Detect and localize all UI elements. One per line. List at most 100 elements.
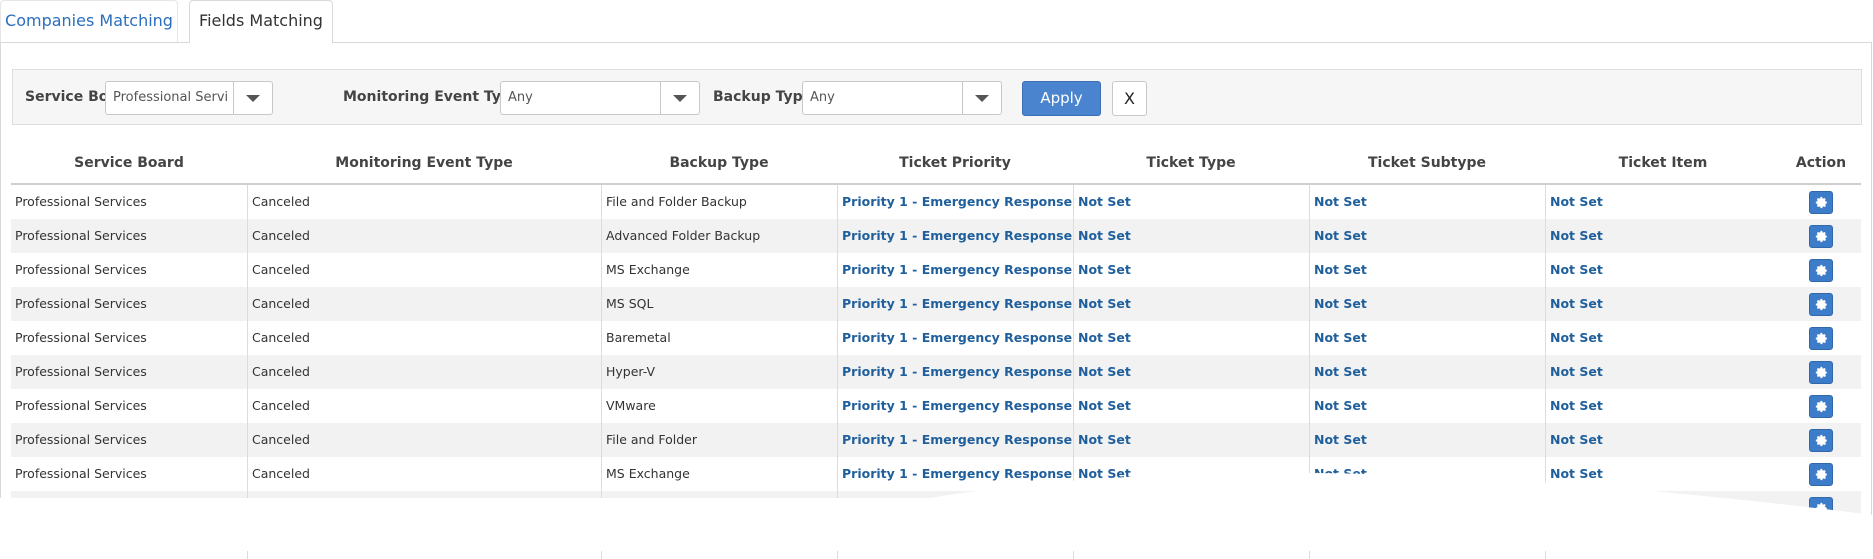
gear-icon (1815, 400, 1827, 413)
cell-ticket-type[interactable]: Not Set (1073, 355, 1309, 389)
filter-bar: Service Board Professional Services (Def… (12, 69, 1862, 125)
service-board-value: Professional Services (Def... (113, 90, 228, 105)
cell-backup-type: MS SQL (601, 287, 837, 321)
cell-item[interactable]: Not Set (1545, 185, 1781, 219)
table-row: Professional Services CanceledMS SQLPrior… (11, 287, 1861, 321)
cell-subtype[interactable]: Not Set (1309, 423, 1545, 457)
column-header-backup-type: Backup Type (669, 155, 769, 171)
gear-icon (1815, 332, 1827, 345)
backup-type-label: Backup Type (713, 89, 813, 105)
cell-backup-type: Baremetal (601, 321, 837, 355)
cell-item[interactable]: Not Set (1545, 389, 1781, 423)
monitoring-event-type-label: Monitoring Event Type (343, 89, 521, 105)
apply-button[interactable]: Apply (1022, 81, 1101, 116)
cell-event-type: Canceled (247, 287, 601, 321)
cell-backup-type: MS Exchange (601, 253, 837, 287)
cell-ticket-type[interactable]: Not Set (1073, 321, 1309, 355)
table-row: Professional Services Canceled Advanced Fo… (11, 219, 1861, 253)
cell-subtype[interactable]: Not Set (1309, 355, 1545, 389)
table-row: Professional Services Canceled VMware Prior… (11, 389, 1861, 423)
cell-event-type: Canceled (247, 321, 601, 355)
row-action-button[interactable] (1809, 259, 1833, 282)
page-curl-overlay (0, 472, 1873, 551)
cell-item[interactable]: Not Set (1545, 423, 1781, 457)
cell-service-board: Professional Services (15, 262, 147, 277)
tab-companies-matching[interactable]: Companies Matching (0, 0, 178, 42)
gear-icon (1815, 264, 1827, 277)
tab-fields-matching[interactable]: Fields Matching (189, 0, 333, 43)
row-action-button[interactable] (1809, 395, 1833, 418)
cell-event-type: Canceled (247, 219, 601, 253)
cell-priority[interactable]: Priority 1 - Emergency Response (837, 389, 1073, 423)
cell-service-board: Professional Services (15, 296, 147, 311)
cell-service-board: Professional Services (15, 194, 147, 209)
cell-event-type: Canceled (247, 355, 601, 389)
cell-item[interactable]: Not Set (1545, 355, 1781, 389)
row-action-button[interactable] (1809, 191, 1833, 214)
cell-event-type: Canceled (247, 253, 601, 287)
cell-ticket-type[interactable]: Not Set (1073, 253, 1309, 287)
row-action-button[interactable] (1809, 429, 1833, 452)
column-header-action: Action (1795, 155, 1847, 171)
cell-ticket-type[interactable]: Not Set (1073, 287, 1309, 321)
cell-subtype[interactable]: Not Set (1309, 287, 1545, 321)
backup-type-value: Any (810, 90, 835, 105)
row-action-button[interactable] (1809, 293, 1833, 316)
cell-subtype[interactable]: Not Set (1309, 321, 1545, 355)
cell-subtype[interactable]: Not Set (1309, 389, 1545, 423)
chevron-down-icon (962, 82, 1001, 114)
gear-icon (1815, 366, 1827, 379)
column-header-ticket-subtype: Ticket Subtype (1367, 155, 1487, 171)
cell-subtype[interactable]: Not Set (1309, 219, 1545, 253)
table-row: Professional Services Canceled File and Fo… (11, 423, 1861, 457)
cell-service-board: Professional Services (15, 330, 147, 345)
gear-icon (1815, 434, 1827, 447)
service-board-select[interactable]: Professional Services (Def... (105, 81, 273, 115)
cell-item[interactable]: Not Set (1545, 253, 1781, 287)
column-header-ticket-priority: Ticket Priority (899, 155, 1011, 171)
cell-backup-type: VMware (601, 389, 837, 423)
cell-backup-type: File and Folder Backup (601, 185, 837, 219)
cell-priority[interactable]: Priority 1 - Emergency Response (837, 253, 1073, 287)
clear-filters-button[interactable]: X (1112, 81, 1147, 116)
column-header-ticket-item: Ticket Item (1618, 155, 1708, 171)
table-row: Professional Services Canceled MS Exchange… (11, 253, 1861, 287)
cell-service-board: Professional Services (15, 228, 147, 243)
cell-ticket-type[interactable]: Not Set (1073, 389, 1309, 423)
chevron-down-icon (233, 82, 272, 114)
cell-backup-type: Hyper-V (601, 355, 837, 389)
gear-icon (1815, 196, 1827, 209)
column-header-service-board: Service Board (74, 155, 184, 171)
cell-service-board: Professional Services (15, 432, 147, 447)
cell-backup-type: Advanced Folder Backup (601, 219, 837, 253)
cell-priority[interactable]: Priority 1 - Emergency Response (837, 219, 1073, 253)
cell-event-type: Canceled (247, 185, 601, 219)
cell-subtype[interactable]: Not Set (1309, 185, 1545, 219)
cell-item[interactable]: Not Set (1545, 219, 1781, 253)
cell-ticket-type[interactable]: Not Set (1073, 185, 1309, 219)
row-action-button[interactable] (1809, 327, 1833, 350)
cell-item[interactable]: Not Set (1545, 321, 1781, 355)
cell-event-type: Canceled (247, 423, 601, 457)
monitoring-event-type-select[interactable]: Any (500, 81, 700, 115)
cell-item[interactable]: Not Set (1545, 287, 1781, 321)
chevron-down-icon (660, 82, 699, 114)
row-action-button[interactable] (1809, 225, 1833, 248)
backup-type-select[interactable]: Any (802, 81, 1002, 115)
cell-subtype[interactable]: Not Set (1309, 253, 1545, 287)
cell-priority[interactable]: Priority 1 - Emergency Response (837, 321, 1073, 355)
cell-service-board: Professional Services (15, 364, 147, 379)
table-row: Professional Services Canceled Baremetal Pr… (11, 321, 1861, 355)
cell-priority[interactable]: Priority 1 - Emergency Response (837, 185, 1073, 219)
cell-ticket-type[interactable]: Not Set (1073, 423, 1309, 457)
cell-ticket-type[interactable]: Not Set (1073, 219, 1309, 253)
cell-priority[interactable]: Priority 1 - Emergency Response (837, 287, 1073, 321)
cell-priority[interactable]: Priority 1 - Emergency Response (837, 355, 1073, 389)
cell-priority[interactable]: Priority 1 - Emergency Response (837, 423, 1073, 457)
column-header-monitoring-event-type: Monitoring Event Type (335, 155, 513, 171)
table-row: Professional Services Canceled File and Fo… (11, 185, 1861, 219)
tab-bar: Companies Matching Fields Matching (0, 0, 1873, 43)
monitoring-event-type-value: Any (508, 90, 533, 105)
row-action-button[interactable] (1809, 361, 1833, 384)
column-header-ticket-type: Ticket Type (1146, 155, 1236, 171)
